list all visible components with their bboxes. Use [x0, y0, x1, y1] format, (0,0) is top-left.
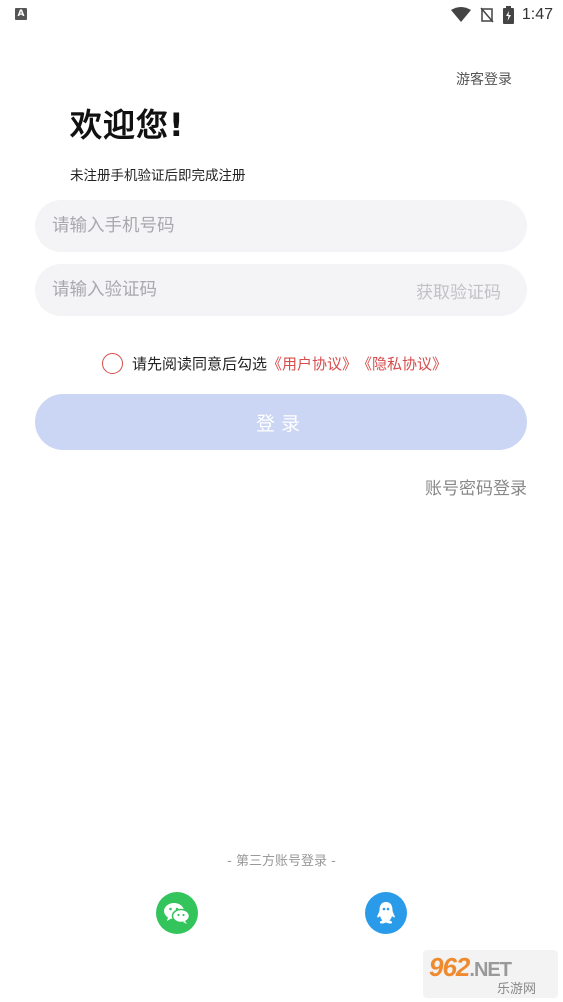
status-icons: 1:47: [450, 4, 553, 26]
password-login-link[interactable]: 账号密码登录: [425, 474, 527, 499]
page-subtitle: 未注册手机验证后即完成注册: [70, 168, 246, 184]
watermark-subtitle: 乐游网: [497, 982, 537, 997]
agreement-row: 请先阅读同意后勾选 《用户协议》 《隐私协议》: [102, 350, 447, 376]
phone-input[interactable]: [52, 200, 382, 252]
battery-icon: [502, 6, 514, 24]
qq-login-button[interactable]: [365, 892, 407, 934]
code-input-container: 获取验证码: [35, 264, 527, 316]
privacy-policy-link[interactable]: 《隐私协议》: [357, 353, 447, 374]
wechat-icon: [164, 903, 191, 924]
no-signal-icon: [480, 7, 494, 23]
page-title: 欢迎您!: [70, 106, 185, 144]
third-party-title: - 第三方账号登录 -: [227, 854, 336, 869]
status-time: 1:47: [521, 6, 553, 23]
wechat-login-button[interactable]: [156, 892, 198, 934]
agreement-checkbox[interactable]: [102, 352, 123, 374]
wifi-icon: [450, 7, 471, 22]
login-button[interactable]: 登录: [35, 394, 527, 450]
user-agreement-link[interactable]: 《用户协议》: [267, 353, 357, 374]
guest-login-link[interactable]: 游客登录: [456, 69, 512, 89]
phone-input-container: [35, 200, 527, 252]
site-watermark: 962.NET 乐游网: [423, 950, 558, 998]
qq-icon: [377, 902, 395, 924]
notification-icon: A: [15, 8, 27, 20]
get-code-button[interactable]: 获取验证码: [416, 278, 501, 303]
status-bar: A 1:47: [0, 0, 563, 30]
verification-code-input[interactable]: [52, 264, 382, 316]
agreement-text: 请先阅读同意后勾选: [132, 354, 268, 373]
watermark-number: 962: [429, 952, 470, 982]
